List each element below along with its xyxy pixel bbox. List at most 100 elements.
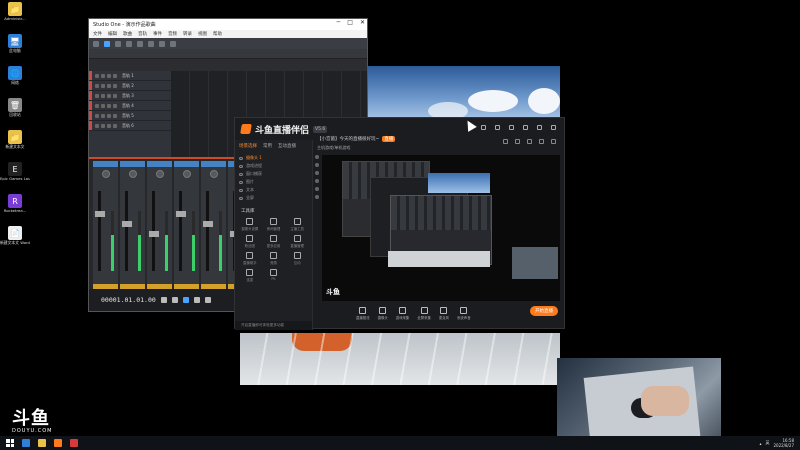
monitor-button[interactable] (113, 93, 117, 98)
side-tool-icon[interactable] (315, 195, 319, 199)
user-icon[interactable] (527, 139, 532, 144)
desktop-icon[interactable]: 📁 新建文本文 (2, 130, 28, 160)
range-tool-icon[interactable] (104, 40, 110, 47)
side-tool-icon[interactable] (315, 187, 319, 191)
track-name[interactable]: 音轨 1 (122, 73, 134, 79)
track-name[interactable]: 音轨 2 (122, 83, 134, 89)
source-item[interactable]: 全屏 (239, 194, 308, 202)
room-info[interactable]: 【小宫菌】今天的直播很好玩~ 直播 (317, 136, 396, 142)
tool-item[interactable]: 粉丝团 (239, 235, 261, 248)
tool-item[interactable]: 竞猜 (263, 252, 285, 265)
source-list[interactable]: 摄像头 1 游戏进程 窗口捕获 图片 文本 全屏 (235, 152, 312, 204)
mute-button[interactable] (95, 83, 99, 88)
track-list[interactable]: 音轨 1 音轨 2 音轨 3 音轨 4 音轨 5 音轨 6 (89, 71, 171, 157)
fader-track[interactable] (125, 191, 128, 271)
eye-icon[interactable] (239, 188, 243, 192)
mute-button[interactable] (95, 123, 99, 128)
share-icon[interactable] (503, 139, 508, 144)
menu-icon[interactable] (509, 125, 514, 130)
stream-control[interactable]: 全屏采集 (417, 307, 431, 320)
track-header[interactable]: 音轨 4 (89, 101, 171, 111)
lock-icon[interactable] (515, 139, 520, 144)
track-name[interactable]: 音轨 4 (122, 103, 134, 109)
record-arm-button[interactable] (107, 123, 111, 128)
mute-tool-icon[interactable] (148, 40, 154, 47)
eye-icon[interactable] (239, 172, 243, 176)
record-arm-button[interactable] (107, 93, 111, 98)
daw-menu-item[interactable]: 文件 (93, 31, 102, 37)
stream-control[interactable]: 系统声音 (457, 307, 471, 320)
track-header[interactable]: 音轨 2 (89, 81, 171, 91)
pan-knob[interactable] (155, 170, 164, 178)
tool-item[interactable]: 摄像头设置 (239, 218, 261, 231)
source-item[interactable]: 摄像头 1 (239, 154, 308, 162)
rewind-icon[interactable] (160, 297, 167, 303)
maximize-icon[interactable] (537, 125, 542, 130)
douyu-live-window[interactable]: 斗鱼直播伴侣 V5.6 场景选择 常用 互动直播 摄像头 1 游戏进程 窗口捕获 图片 文本… (234, 117, 565, 330)
scene-tab[interactable]: 常用 (263, 143, 272, 149)
skin-icon[interactable] (495, 125, 500, 130)
play-icon[interactable] (182, 297, 189, 303)
track-header[interactable]: 音轨 5 (89, 111, 171, 121)
eraser-tool-icon[interactable] (126, 40, 132, 47)
mixer-channel[interactable] (93, 161, 118, 289)
stream-control[interactable]: 游戏采集 (396, 307, 409, 320)
fader-cap[interactable] (122, 221, 132, 227)
record-arm-button[interactable] (107, 113, 111, 118)
tool-item[interactable]: 主播工具 (286, 218, 308, 231)
daw-menu-item[interactable]: 歌曲 (123, 31, 132, 37)
taskbar-app-icon[interactable] (38, 439, 46, 447)
track-header[interactable]: 音轨 1 (89, 71, 171, 81)
side-tool-icon[interactable] (315, 155, 319, 159)
start-live-button[interactable]: 开始直播 (530, 306, 558, 316)
desktop-icon[interactable]: R Rocketrea... (2, 194, 28, 224)
listen-tool-icon[interactable] (170, 40, 176, 47)
source-item[interactable]: 窗口捕获 (239, 170, 308, 178)
fader-track[interactable] (179, 191, 182, 271)
clock[interactable]: 16:58 2022/8/27 (773, 438, 794, 448)
eye-icon[interactable] (239, 196, 243, 200)
tool-item[interactable]: 房间管理 (263, 218, 285, 231)
header-actions[interactable] (503, 139, 556, 144)
solo-button[interactable] (101, 93, 105, 98)
mute-button[interactable] (95, 93, 99, 98)
bend-tool-icon[interactable] (159, 40, 165, 47)
network-icon[interactable]: ▴ (759, 441, 761, 446)
system-tray[interactable]: ▴ 英 16:58 2022/8/27 (759, 436, 794, 450)
pan-knob[interactable] (101, 170, 110, 178)
daw-menu-item[interactable]: 编辑 (108, 31, 117, 37)
monitor-button[interactable] (113, 83, 117, 88)
record-arm-button[interactable] (107, 73, 111, 78)
taskbar-app-icon[interactable] (54, 439, 62, 447)
daw-menu-item[interactable]: 事件 (153, 31, 162, 37)
track-header[interactable]: 音轨 3 (89, 91, 171, 101)
track-name[interactable]: 音轨 6 (122, 123, 134, 129)
tool-item[interactable]: PK (263, 269, 285, 282)
stop-icon[interactable] (171, 297, 178, 303)
scene-tab[interactable]: 互动直播 (278, 143, 296, 149)
channel-header[interactable] (120, 161, 145, 167)
fader-cap[interactable] (95, 211, 105, 217)
fader-cap[interactable] (176, 211, 186, 217)
room-title[interactable]: 【小宫菌】今天的直播很好玩~ (317, 136, 379, 142)
daw-menu-item[interactable]: 音频 (168, 31, 177, 37)
monitor-button[interactable] (113, 113, 117, 118)
tool-item[interactable]: 更多应用 (263, 235, 285, 248)
link-icon[interactable] (551, 139, 556, 144)
mixer-channel[interactable] (120, 161, 145, 289)
tool-item[interactable]: 直播助手 (239, 252, 261, 265)
desktop-icon[interactable]: EEpic Games Launcher (0, 162, 30, 192)
track-header[interactable]: 音轨 6 (89, 121, 171, 131)
scene-tab[interactable]: 场景选择 (239, 143, 257, 149)
mixer-channel[interactable] (147, 161, 172, 289)
track-name[interactable]: 音轨 3 (122, 93, 134, 99)
split-tool-icon[interactable] (115, 40, 121, 47)
eye-icon[interactable] (239, 156, 243, 160)
source-item[interactable]: 文本 (239, 186, 308, 194)
tool-grid[interactable]: 摄像头设置 房间管理 主播工具 粉丝团 更多应用 直播管理 直播助手 竞猜 互动 连麦 PK (235, 216, 312, 284)
pan-knob[interactable] (182, 170, 191, 178)
windows-start-icon[interactable] (6, 439, 14, 447)
tool-item[interactable]: 连麦 (239, 269, 261, 282)
window-controls[interactable]: ─ □ ✕ (337, 19, 365, 26)
monitor-button[interactable] (113, 73, 117, 78)
